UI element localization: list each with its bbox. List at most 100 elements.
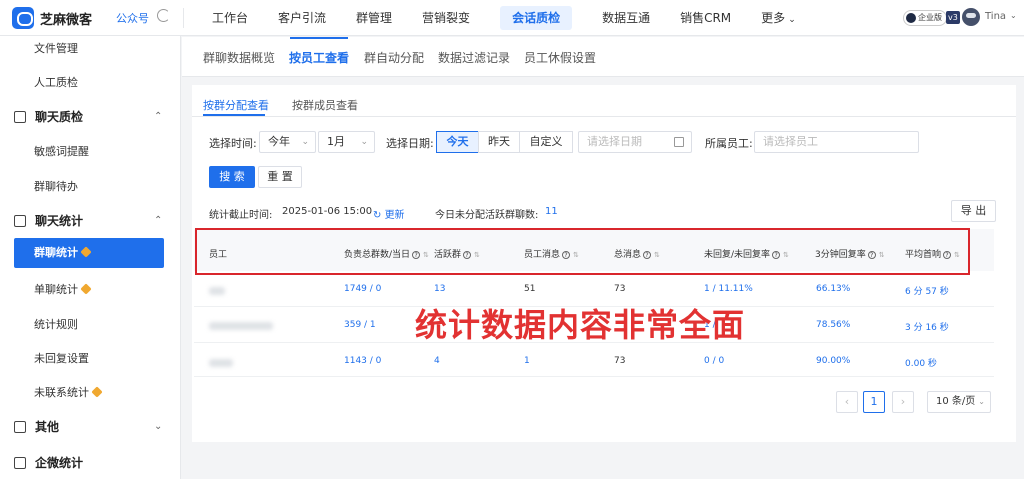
date-yesterday-button[interactable]: 昨天 <box>478 131 520 153</box>
sidebar-item-uncontacted-stats[interactable]: 未联系统计 <box>34 384 103 400</box>
sidebar-group-label: 聊天质检 <box>35 110 84 124</box>
sidebar-group-chat-stats[interactable]: 聊天统计 ⌃ <box>14 212 174 229</box>
refresh-button[interactable]: ↻ 更新 <box>373 206 405 221</box>
export-button[interactable]: 导 出 <box>951 200 996 222</box>
next-page-button[interactable]: › <box>892 391 914 413</box>
sidebar-item-no-reply-settings[interactable]: 未回复设置 <box>34 350 89 366</box>
sidebar-item-manual-qc[interactable]: 人工质检 <box>34 74 78 90</box>
search-button[interactable]: 搜 索 <box>209 166 255 188</box>
date-today-button[interactable]: 今天 <box>436 131 479 153</box>
cell-avg-first-response: 6 分 57 秒 <box>905 287 949 297</box>
chevron-down-icon: ⌄ <box>154 421 163 432</box>
chevron-left-icon: ‹ <box>844 395 850 408</box>
tab-leave-settings[interactable]: 员工休假设置 <box>524 49 596 66</box>
sidebar-group-wecom-stats[interactable]: 企微统计 <box>14 454 83 471</box>
cutoff-time: 2025-01-06 15:00 <box>282 206 373 217</box>
month-select[interactable]: 1月 ⌄ <box>318 131 375 153</box>
divider <box>192 116 1016 117</box>
sidebar-item-file-management[interactable]: 文件管理 <box>34 40 78 56</box>
cell-active-groups[interactable]: 13 <box>434 284 445 294</box>
official-account-link[interactable]: 公众号 <box>116 10 149 26</box>
vip-gem-icon <box>80 246 92 258</box>
moon-icon[interactable] <box>157 9 170 22</box>
sidebar-group-label: 企微统计 <box>35 456 84 470</box>
active-tab-indicator <box>290 37 348 39</box>
blurred-employee-name <box>209 287 225 295</box>
tab-by-group-member[interactable]: 按群成员查看 <box>292 97 358 113</box>
nav-label: 更多 <box>761 11 786 25</box>
highlight-box <box>195 228 970 275</box>
chevron-up-icon: ⌃ <box>154 111 163 122</box>
sidebar-item-single-stats[interactable]: 单聊统计 <box>34 281 92 297</box>
sidebar-item-label: 群聊统计 <box>34 246 78 259</box>
top-bar: 芝麻微客 公众号 工作台 客户引流 群管理 营销裂变 会话质检 数据互通 销售C… <box>0 0 1024 36</box>
nav-more[interactable]: 更多 ⌄ <box>746 0 811 36</box>
nav-label: 群管理 <box>356 11 393 25</box>
sidebar-item-sensitive-words[interactable]: 敏感词提醒 <box>34 143 89 159</box>
cell-total-groups[interactable]: 1143 / 0 <box>344 356 381 366</box>
year-select[interactable]: 今年 ⌄ <box>259 131 316 153</box>
chevron-down-icon: ⌄ <box>301 137 309 147</box>
cell-avg-first-response: 0.00 秒 <box>905 359 937 369</box>
cell-total-groups[interactable]: 359 / 1 <box>344 320 376 330</box>
nav-sales-crm[interactable]: 销售CRM <box>665 0 746 36</box>
tab-filter-records[interactable]: 数据过滤记录 <box>438 49 510 66</box>
sidebar-item-group-stats[interactable]: 群聊统计 <box>14 238 164 268</box>
page-number-button[interactable]: 1 <box>863 391 885 413</box>
chevron-down-icon: ⌄ <box>788 15 796 25</box>
staff-select[interactable]: 请选择员工 <box>754 131 919 153</box>
date-picker-input[interactable]: 请选择日期 <box>578 131 692 153</box>
nav-marketing[interactable]: 营销裂变 <box>407 0 485 36</box>
chevron-down-icon[interactable]: ⌄ <box>1010 11 1017 20</box>
tab-by-group-assign[interactable]: 按群分配查看 <box>203 97 269 113</box>
chevron-down-icon: ⌄ <box>978 397 985 406</box>
enterprise-badge: 企业版 <box>903 10 947 26</box>
sidebar-group-other[interactable]: 其他 ⌄ <box>14 418 174 435</box>
page-size-select[interactable]: 10 条/页 ⌄ <box>927 391 991 413</box>
main-nav: 工作台 客户引流 群管理 营销裂变 会话质检 数据互通 销售CRM 更多 ⌄ <box>197 0 811 36</box>
cell-unreplied[interactable]: 0 / 0 <box>704 356 724 366</box>
annotation-overlay-text: 统计数据内容非常全面 <box>415 306 746 344</box>
time-label: 选择时间: <box>209 137 257 150</box>
cell-total-messages: 73 <box>614 356 626 366</box>
sidebar-item-label: 未联系统计 <box>34 386 89 399</box>
cutoff-label: 统计截止时间: <box>209 210 273 221</box>
nav-label: 营销裂变 <box>422 11 471 25</box>
cell-unreplied[interactable]: 1 / 11.11% <box>704 284 753 294</box>
nav-session-quality[interactable]: 会话质检 <box>485 0 587 36</box>
prev-page-button[interactable]: ‹ <box>836 391 858 413</box>
tab-by-employee[interactable]: 按员工查看 <box>289 49 349 66</box>
nav-data-exchange[interactable]: 数据互通 <box>587 0 665 36</box>
date-custom-button[interactable]: 自定义 <box>519 131 573 153</box>
wecom-stats-icon <box>14 456 26 469</box>
sub-tabs: 群聊数据概览 按员工查看 群自动分配 数据过滤记录 员工休假设置 <box>182 37 1024 77</box>
sidebar: 文件管理 人工质检 聊天质检 ⌃ 敏感词提醒 群聊待办 聊天统计 ⌃ 群聊统计 … <box>0 36 181 479</box>
avatar[interactable] <box>962 8 980 26</box>
divider <box>183 8 184 28</box>
sidebar-item-group-todo[interactable]: 群聊待办 <box>34 178 78 194</box>
tab-auto-assign[interactable]: 群自动分配 <box>364 49 424 66</box>
chevron-down-icon: ⌄ <box>360 137 368 147</box>
vip-gem-icon <box>91 386 103 398</box>
nav-group-management[interactable]: 群管理 <box>341 0 407 36</box>
reset-button[interactable]: 重 置 <box>258 166 302 188</box>
cell-total-groups[interactable]: 1749 / 0 <box>344 284 381 294</box>
nav-workbench[interactable]: 工作台 <box>197 0 263 36</box>
sidebar-group-chat-qc[interactable]: 聊天质检 ⌃ <box>14 108 174 125</box>
sidebar-item-stat-rules[interactable]: 统计规则 <box>34 316 78 332</box>
cell-3min-reply-rate: 90.00% <box>816 356 851 366</box>
page-size-value: 10 条/页 <box>936 396 976 407</box>
stats-icon <box>14 214 26 227</box>
enterprise-label: 企业版 <box>918 13 942 22</box>
cell-avg-first-response: 3 分 16 秒 <box>905 323 949 333</box>
sidebar-item-label: 单聊统计 <box>34 283 78 296</box>
tab-group-overview[interactable]: 群聊数据概览 <box>203 49 275 66</box>
logo-icon <box>12 7 34 29</box>
qc-icon <box>14 110 26 123</box>
calendar-icon <box>674 137 684 147</box>
cell-active-groups[interactable]: 4 <box>434 356 440 366</box>
user-name[interactable]: Tina <box>985 11 1006 22</box>
nav-customer-acquisition[interactable]: 客户引流 <box>263 0 341 36</box>
row-divider <box>194 376 994 377</box>
cell-staff-messages: 51 <box>524 284 536 294</box>
